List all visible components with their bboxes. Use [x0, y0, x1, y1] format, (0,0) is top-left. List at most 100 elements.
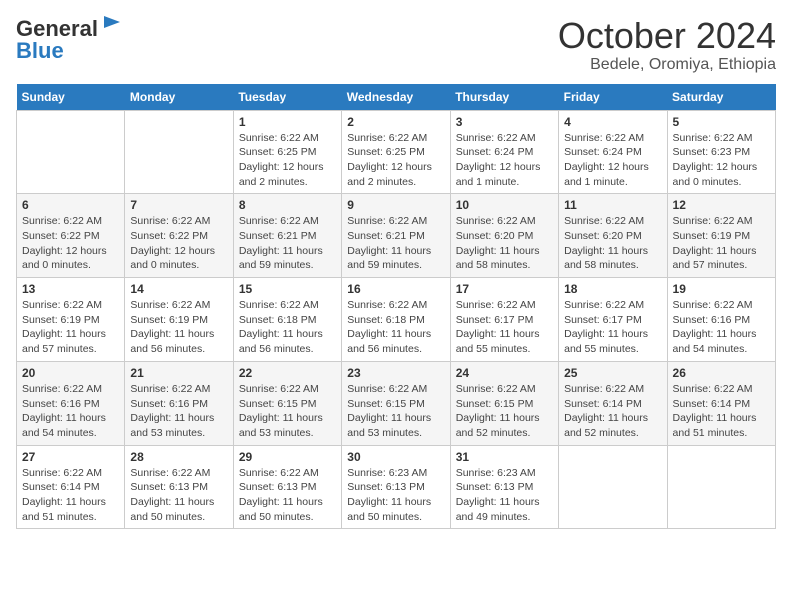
- daylight-text: Daylight: 11 hours and 57 minutes.: [22, 327, 119, 356]
- sunset-text: Sunset: 6:19 PM: [22, 313, 119, 328]
- calendar-title: October 2024: [558, 16, 776, 56]
- day-info: Sunrise: 6:22 AMSunset: 6:22 PMDaylight:…: [22, 214, 119, 273]
- daylight-text: Daylight: 12 hours and 0 minutes.: [22, 244, 119, 273]
- sunrise-text: Sunrise: 6:22 AM: [456, 298, 553, 313]
- day-number: 3: [456, 115, 553, 129]
- day-number: 4: [564, 115, 661, 129]
- calendar-cell: 22Sunrise: 6:22 AMSunset: 6:15 PMDayligh…: [233, 361, 341, 445]
- day-info: Sunrise: 6:22 AMSunset: 6:18 PMDaylight:…: [347, 298, 444, 357]
- sunset-text: Sunset: 6:19 PM: [673, 229, 770, 244]
- title-block: October 2024 Bedele, Oromiya, Ethiopia: [558, 16, 776, 74]
- calendar-cell: 27 Sunrise: 6:22 AMSunset: 6:14 PMDayligh…: [17, 445, 125, 529]
- daylight-text: Daylight: 11 hours and 54 minutes.: [673, 327, 770, 356]
- calendar-cell: [559, 445, 667, 529]
- calendar-cell: 14Sunrise: 6:22 AMSunset: 6:19 PMDayligh…: [125, 278, 233, 362]
- calendar-cell: 30Sunrise: 6:23 AMSunset: 6:13 PMDayligh…: [342, 445, 450, 529]
- daylight-text: Daylight: 12 hours and 0 minutes.: [673, 160, 770, 189]
- page-header: General Blue October 2024 Bedele, Oromiy…: [16, 16, 776, 74]
- day-number: 26: [673, 366, 770, 380]
- sunset-text: Sunset: 6:16 PM: [673, 313, 770, 328]
- day-number: 21: [130, 366, 227, 380]
- daylight-text: Daylight: 11 hours and 49 minutes.: [456, 495, 553, 524]
- day-number: 17: [456, 282, 553, 296]
- calendar-table: Sunday Monday Tuesday Wednesday Thursday…: [16, 84, 776, 530]
- daylight-text: Daylight: 11 hours and 51 minutes.: [22, 495, 119, 524]
- calendar-cell: 26Sunrise: 6:22 AMSunset: 6:14 PMDayligh…: [667, 361, 775, 445]
- sunset-text: Sunset: 6:22 PM: [22, 229, 119, 244]
- sunset-text: Sunset: 6:13 PM: [239, 480, 336, 495]
- sunrise-text: Sunrise: 6:22 AM: [130, 382, 227, 397]
- sunset-text: Sunset: 6:21 PM: [239, 229, 336, 244]
- calendar-cell: 15Sunrise: 6:22 AMSunset: 6:18 PMDayligh…: [233, 278, 341, 362]
- sunset-text: Sunset: 6:14 PM: [564, 397, 661, 412]
- day-info: Sunrise: 6:22 AMSunset: 6:17 PMDaylight:…: [564, 298, 661, 357]
- daylight-text: Daylight: 11 hours and 50 minutes.: [239, 495, 336, 524]
- day-info: Sunrise: 6:22 AMSunset: 6:14 PMDaylight:…: [564, 382, 661, 441]
- day-info: Sunrise: 6:22 AMSunset: 6:18 PMDaylight:…: [239, 298, 336, 357]
- sunrise-text: Sunrise: 6:22 AM: [564, 214, 661, 229]
- calendar-cell: 28Sunrise: 6:22 AMSunset: 6:13 PMDayligh…: [125, 445, 233, 529]
- calendar-cell: 11Sunrise: 6:22 AMSunset: 6:20 PMDayligh…: [559, 194, 667, 278]
- header-wednesday: Wednesday: [342, 84, 450, 111]
- day-number: 10: [456, 198, 553, 212]
- calendar-cell: 18Sunrise: 6:22 AMSunset: 6:17 PMDayligh…: [559, 278, 667, 362]
- daylight-text: Daylight: 12 hours and 2 minutes.: [347, 160, 444, 189]
- calendar-cell: 6Sunrise: 6:22 AMSunset: 6:22 PMDaylight…: [17, 194, 125, 278]
- day-number: 19: [673, 282, 770, 296]
- calendar-week-row: 1Sunrise: 6:22 AMSunset: 6:25 PMDaylight…: [17, 110, 776, 194]
- day-number: 25: [564, 366, 661, 380]
- daylight-text: Daylight: 11 hours and 55 minutes.: [456, 327, 553, 356]
- daylight-text: Daylight: 11 hours and 50 minutes.: [130, 495, 227, 524]
- daylight-text: Daylight: 11 hours and 59 minutes.: [239, 244, 336, 273]
- sunrise-text: Sunrise: 6:22 AM: [22, 214, 119, 229]
- calendar-cell: 4Sunrise: 6:22 AMSunset: 6:24 PMDaylight…: [559, 110, 667, 194]
- day-number: 11: [564, 198, 661, 212]
- day-number: 30: [347, 450, 444, 464]
- daylight-text: Daylight: 11 hours and 56 minutes.: [347, 327, 444, 356]
- sunset-text: Sunset: 6:25 PM: [347, 145, 444, 160]
- day-number: 27: [22, 450, 119, 464]
- day-info: Sunrise: 6:22 AMSunset: 6:14 PMDaylight:…: [22, 466, 119, 525]
- day-number: 12: [673, 198, 770, 212]
- sunset-text: Sunset: 6:16 PM: [22, 397, 119, 412]
- sunrise-text: Sunrise: 6:22 AM: [456, 214, 553, 229]
- day-info: Sunrise: 6:22 AMSunset: 6:21 PMDaylight:…: [239, 214, 336, 273]
- logo-blue: Blue: [16, 38, 64, 63]
- calendar-week-row: 27 Sunrise: 6:22 AMSunset: 6:14 PMDayligh…: [17, 445, 776, 529]
- calendar-cell: 10 Sunrise: 6:22 AMSunset: 6:20 PMDayligh…: [450, 194, 558, 278]
- daylight-text: Daylight: 11 hours and 56 minutes.: [239, 327, 336, 356]
- calendar-cell: 5Sunrise: 6:22 AMSunset: 6:23 PMDaylight…: [667, 110, 775, 194]
- calendar-cell: 23Sunrise: 6:22 AMSunset: 6:15 PMDayligh…: [342, 361, 450, 445]
- sunrise-text: Sunrise: 6:22 AM: [564, 298, 661, 313]
- header-friday: Friday: [559, 84, 667, 111]
- sunrise-text: Sunrise: 6:22 AM: [673, 382, 770, 397]
- day-number: 14: [130, 282, 227, 296]
- logo-flag-icon: [100, 14, 122, 36]
- day-info: Sunrise: 6:22 AMSunset: 6:20 PMDaylight:…: [456, 214, 553, 273]
- daylight-text: Daylight: 11 hours and 53 minutes.: [347, 411, 444, 440]
- day-info: Sunrise: 6:22 AMSunset: 6:19 PMDaylight:…: [22, 298, 119, 357]
- calendar-cell: 25 Sunrise: 6:22 AMSunset: 6:14 PMDayligh…: [559, 361, 667, 445]
- sunset-text: Sunset: 6:16 PM: [130, 397, 227, 412]
- calendar-week-row: 20Sunrise: 6:22 AMSunset: 6:16 PMDayligh…: [17, 361, 776, 445]
- sunrise-text: Sunrise: 6:22 AM: [239, 382, 336, 397]
- calendar-week-row: 6Sunrise: 6:22 AMSunset: 6:22 PMDaylight…: [17, 194, 776, 278]
- sunset-text: Sunset: 6:25 PM: [239, 145, 336, 160]
- daylight-text: Daylight: 11 hours and 58 minutes.: [456, 244, 553, 273]
- sunrise-text: Sunrise: 6:22 AM: [347, 382, 444, 397]
- day-info: Sunrise: 6:22 AMSunset: 6:23 PMDaylight:…: [673, 131, 770, 190]
- sunset-text: Sunset: 6:17 PM: [564, 313, 661, 328]
- sunset-text: Sunset: 6:13 PM: [456, 480, 553, 495]
- sunset-text: Sunset: 6:15 PM: [456, 397, 553, 412]
- calendar-cell: 24Sunrise: 6:22 AMSunset: 6:15 PMDayligh…: [450, 361, 558, 445]
- sunset-text: Sunset: 6:17 PM: [456, 313, 553, 328]
- sunrise-text: Sunrise: 6:22 AM: [456, 382, 553, 397]
- sunset-text: Sunset: 6:15 PM: [239, 397, 336, 412]
- sunrise-text: Sunrise: 6:22 AM: [673, 131, 770, 146]
- day-info: Sunrise: 6:22 AMSunset: 6:17 PMDaylight:…: [456, 298, 553, 357]
- calendar-cell: 7Sunrise: 6:22 AMSunset: 6:22 PMDaylight…: [125, 194, 233, 278]
- daylight-text: Daylight: 11 hours and 52 minutes.: [564, 411, 661, 440]
- calendar-cell: 17 Sunrise: 6:22 AMSunset: 6:17 PMDayligh…: [450, 278, 558, 362]
- daylight-text: Daylight: 11 hours and 52 minutes.: [456, 411, 553, 440]
- daylight-text: Daylight: 11 hours and 54 minutes.: [22, 411, 119, 440]
